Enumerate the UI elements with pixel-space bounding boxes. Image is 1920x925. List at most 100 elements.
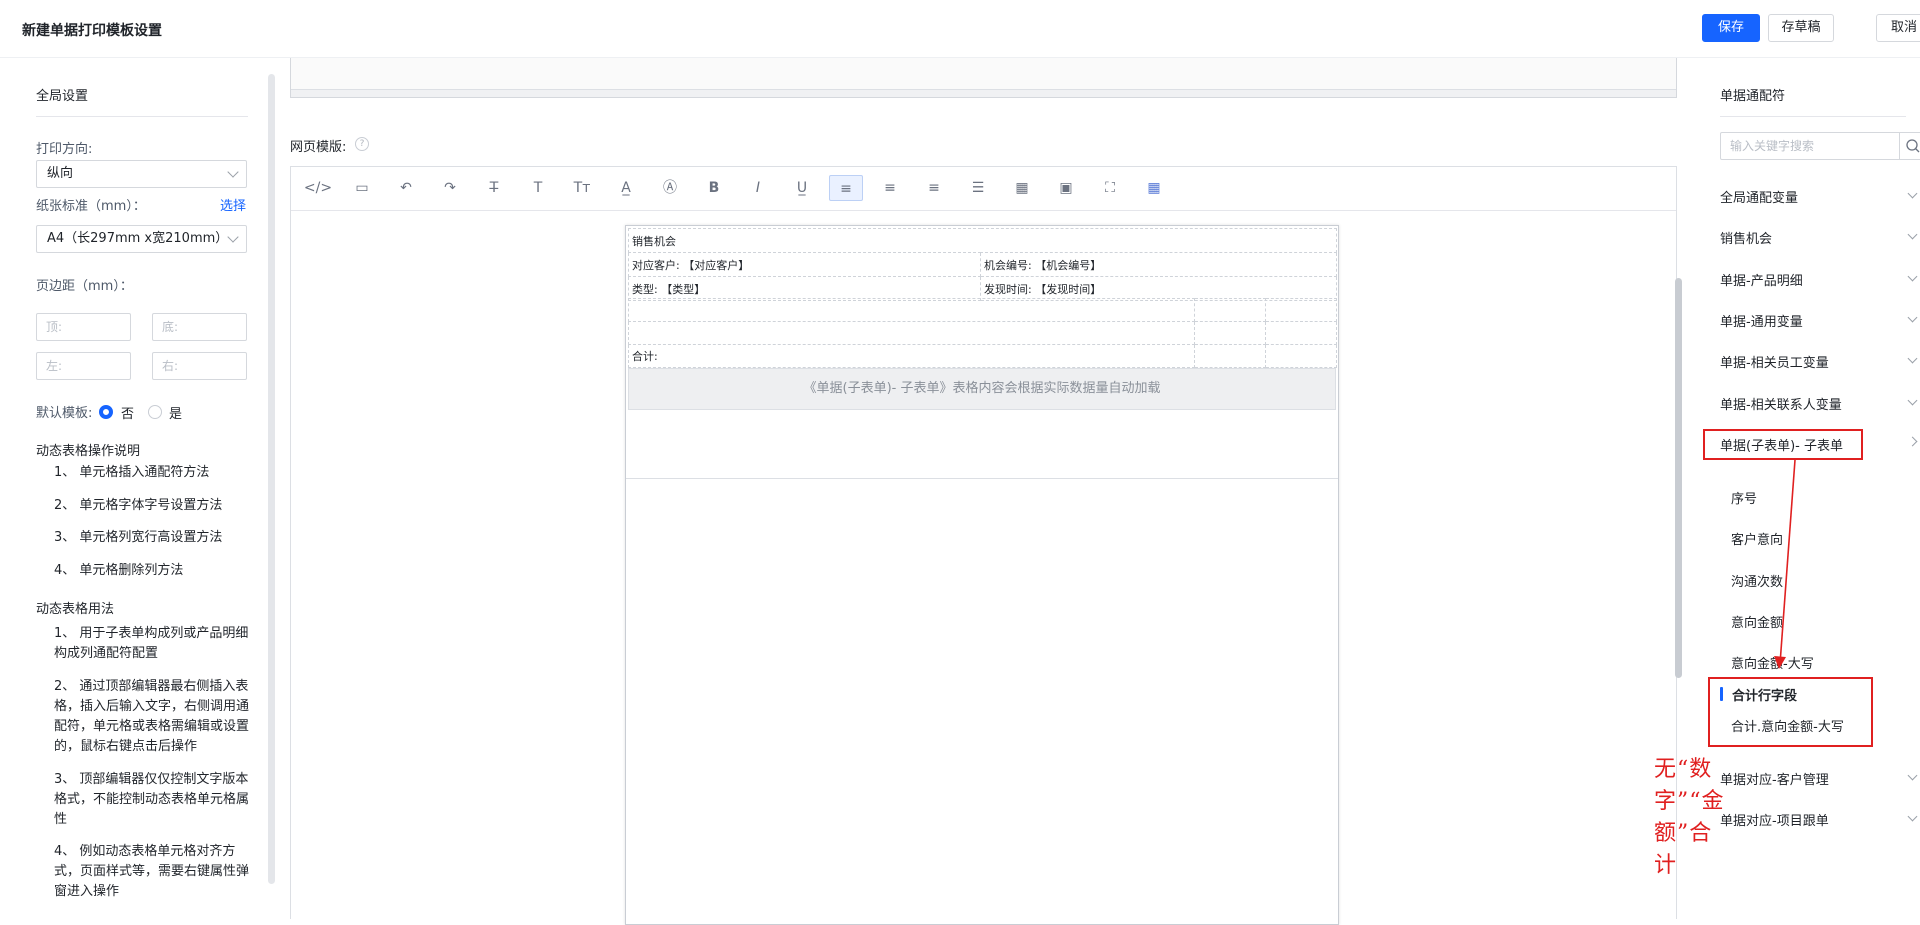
underline-icon[interactable]: U̲ (785, 175, 819, 201)
header-bar: 新建单据打印模板设置 保存 存草稿 取消 (0, 0, 1920, 58)
paper-size-select[interactable]: A4（长297mm x宽210mm） (36, 225, 247, 253)
type-label: 类型: (632, 282, 658, 296)
ops-item[interactable]: 2、 单元格字体字号设置方法 (54, 496, 250, 516)
found-time-label: 发现时间: (984, 282, 1032, 296)
table-cell[interactable] (1194, 298, 1266, 322)
group-label: 单据对应-客户管理 (1720, 773, 1829, 788)
strikethrough-icon[interactable]: T̶ (477, 175, 511, 201)
margin-top-input[interactable]: 顶: (36, 313, 131, 341)
type-cell[interactable]: 类型: 【类型】 (628, 276, 981, 301)
margin-label: 页边距（mm）： (36, 279, 133, 294)
image-icon[interactable]: ▣ (1049, 175, 1083, 201)
usage-item: 2、 通过顶部编辑器最右侧插入表格，插入后输入文字，右侧调用通配符，单元格或表格… (54, 679, 250, 754)
subform-table: 合计: (628, 298, 1337, 368)
found-time-cell[interactable]: 发现时间: 【发现时间】 (980, 276, 1337, 301)
cancel-button[interactable]: 取消 (1876, 14, 1920, 42)
group-customer-management[interactable]: 单据对应-客户管理 (1720, 769, 1920, 788)
save-draft-button[interactable]: 存草稿 (1768, 14, 1834, 42)
usage-item: 1、 用于子表单构成列或产品明细构成列通配符配置 (54, 626, 249, 661)
background-color-icon[interactable]: Ⓐ (653, 175, 687, 201)
margin-bottom-input[interactable]: 底: (152, 313, 247, 341)
default-yes-label: 是 (169, 407, 183, 422)
chevron-down-icon (227, 166, 239, 178)
group-label: 单据对应-项目跟单 (1720, 814, 1829, 829)
table-icon[interactable]: ▦ (1005, 175, 1039, 201)
divider (626, 478, 1338, 479)
editor-area: 网页模版: ? </> ▭ ↶ ↷ T̶ T Tт A̲ Ⓐ B I U̲ ≡ … (282, 58, 1724, 925)
ops-item[interactable]: 3、 单元格列宽行高设置方法 (54, 528, 250, 548)
table-cell[interactable] (628, 321, 1195, 345)
ops-item[interactable]: 1、 单元格插入通配符方法 (54, 463, 250, 483)
default-no-radio[interactable] (99, 405, 113, 419)
save-button[interactable]: 保存 (1702, 14, 1760, 42)
align-center-icon[interactable]: ≡ (873, 175, 907, 201)
undo-icon[interactable]: ↶ (389, 175, 423, 201)
font-size-icon[interactable]: T (521, 175, 555, 201)
table-row (628, 298, 1337, 322)
red-arrow (1774, 459, 1796, 669)
align-left-icon[interactable]: ≡ (829, 175, 863, 201)
paper-select-link[interactable]: 选择 (220, 195, 246, 214)
global-settings-panel: 全局设置 打印方向: 纵向 纸张标准（mm）： 选择 A4（长297mm x宽2… (0, 58, 275, 919)
total-cell[interactable]: 合计: (628, 344, 1195, 368)
print-direction-value: 纵向 (47, 166, 74, 181)
opp-no-cell[interactable]: 机会编号: 【机会编号】 (980, 252, 1337, 277)
table-cell[interactable] (628, 298, 1195, 322)
table-cell[interactable] (1265, 298, 1337, 322)
table-cell[interactable] (1194, 321, 1266, 345)
usage-item: 4、 例如动态表格单元格对齐方式，页面样式等，需要右键属性弹窗进入操作 (54, 844, 250, 899)
page-title: 新建单据打印模板设置 (22, 23, 162, 39)
opp-no-value: 【机会编号】 (1035, 258, 1102, 272)
ops-title: 动态表格操作说明 (36, 444, 141, 459)
chevron-down-icon (1907, 770, 1918, 781)
customer-cell[interactable]: 对应客户: 【对应客户】 (628, 252, 981, 277)
doc-title[interactable]: 销售机会 (628, 228, 1337, 253)
header-table: 销售机会 对应客户: 【对应客户】 机会编号: 【机会编号】 类型: 【类型】 … (628, 228, 1337, 301)
left-scrollbar[interactable] (268, 74, 275, 884)
bold-icon[interactable]: B (697, 175, 731, 201)
table-cell[interactable] (1194, 344, 1266, 368)
default-no-label: 否 (121, 407, 135, 422)
source-code-icon[interactable]: </> (301, 175, 335, 201)
margin-left-input[interactable]: 左: (36, 352, 131, 380)
help-icon[interactable]: ? (355, 137, 369, 151)
global-settings-title: 全局设置 (36, 89, 89, 104)
table-row: 合计: (628, 344, 1337, 368)
placeholder-panel: 单据通配符 输入关键字搜索 全局通配变量 销售机会 单据-产品明细 单据-通用变… (1690, 58, 1920, 919)
align-justify-icon[interactable]: ☰ (961, 175, 995, 201)
chevron-down-icon (1907, 811, 1918, 822)
usage-item: 3、 顶部编辑器仅仅控制文字版本格式，不能控制动态表格单元格属性 (54, 772, 250, 827)
margin-right-input[interactable]: 右: (152, 352, 247, 380)
fullscreen-icon[interactable]: ⛶ (1093, 175, 1127, 201)
template-icon[interactable]: ▭ (345, 175, 379, 201)
group-project-followup[interactable]: 单据对应-项目跟单 (1720, 810, 1920, 829)
table-cell[interactable] (1265, 321, 1337, 345)
print-direction-select[interactable]: 纵向 (36, 160, 247, 188)
print-page: 销售机会 对应客户: 【对应客户】 机会编号: 【机会编号】 类型: 【类型】 … (625, 225, 1339, 925)
autoload-notice: 《单据(子表单)- 子表单》表格内容会根据实际数据量自动加载 (628, 368, 1336, 410)
insert-table-icon[interactable]: ▦ (1137, 175, 1171, 201)
print-direction-label: 打印方向: (36, 142, 93, 157)
found-time-value: 【发现时间】 (1035, 282, 1102, 296)
table-row (628, 321, 1337, 345)
usage-title: 动态表格用法 (36, 602, 115, 617)
type-value: 【类型】 (661, 282, 706, 296)
editor-canvas[interactable]: 销售机会 对应客户: 【对应客户】 机会编号: 【机会编号】 类型: 【类型】 … (291, 211, 1676, 925)
chevron-down-icon (227, 231, 239, 243)
align-right-icon[interactable]: ≡ (917, 175, 951, 201)
redo-icon[interactable]: ↷ (433, 175, 467, 201)
editor-scrollbar[interactable] (1675, 278, 1682, 678)
italic-icon[interactable]: I (741, 175, 775, 201)
paper-size-label: 纸张标准（mm）： (36, 199, 146, 214)
table-cell[interactable] (1265, 344, 1337, 368)
rich-text-editor: </> ▭ ↶ ↷ T̶ T Tт A̲ Ⓐ B I U̲ ≡ ≡ ≡ ☰ ▦ … (290, 166, 1677, 925)
default-yes-radio[interactable] (148, 405, 162, 419)
ops-item[interactable]: 4、 单元格删除列方法 (54, 561, 250, 581)
divider (36, 116, 248, 117)
horizontal-scrollbar[interactable] (291, 89, 1676, 97)
text-format-icon[interactable]: Tт (565, 175, 599, 201)
paper-size-value: A4（长297mm x宽210mm） (47, 231, 229, 246)
opp-no-label: 机会编号: (984, 258, 1032, 272)
font-color-icon[interactable]: A̲ (609, 175, 643, 201)
editor-toolbar: </> ▭ ↶ ↷ T̶ T Tт A̲ Ⓐ B I U̲ ≡ ≡ ≡ ☰ ▦ … (291, 167, 1676, 211)
